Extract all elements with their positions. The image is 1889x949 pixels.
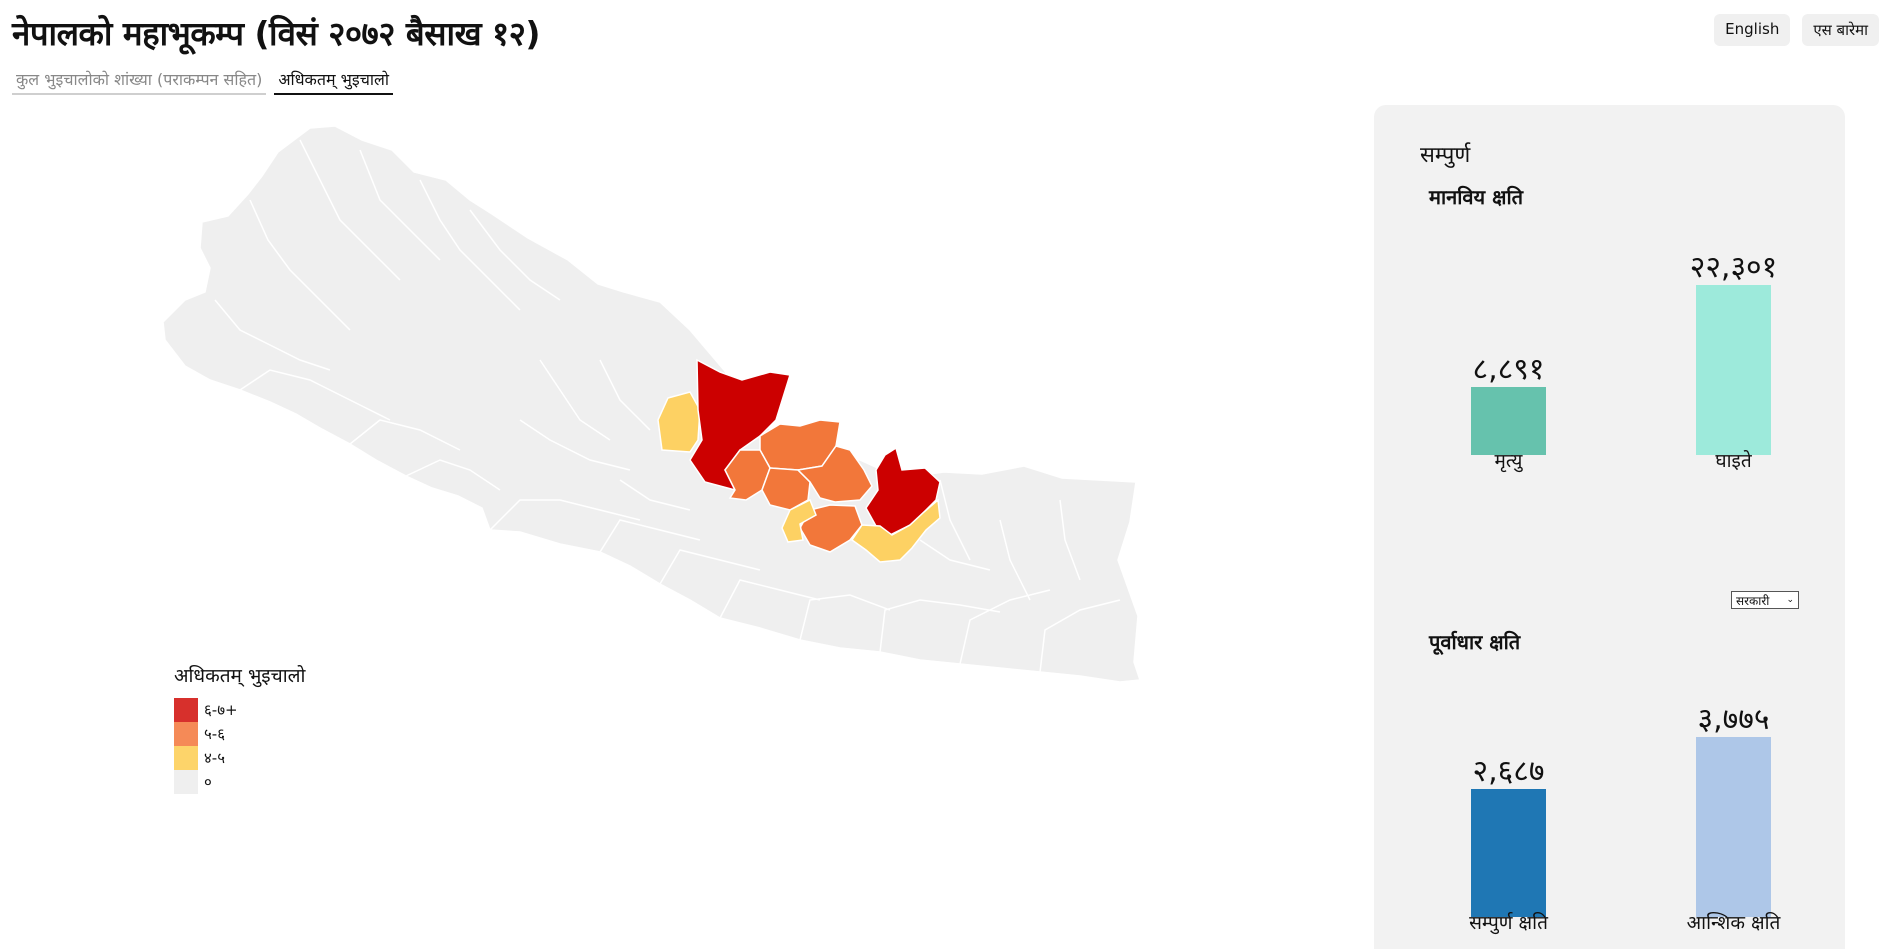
nepal-map [162, 125, 1142, 683]
legend-swatch [174, 722, 198, 746]
bar-0-0 [1471, 387, 1546, 455]
bar-value-label: ८,८९१ [1473, 352, 1545, 387]
english-button[interactable]: English [1714, 14, 1791, 46]
legend-label: ६-७+ [204, 701, 238, 719]
legend-label: ० [204, 773, 212, 791]
loss-bar-charts: ८,८९१ मृत्यु २२,३०१ घाइते २,६८७ सम्पुर्ण क्षत… [1469, 250, 1782, 935]
legend-item: ० [174, 770, 305, 794]
bar-1-1 [1696, 737, 1771, 917]
map-legend: अधिकतम् भुइचालो ६-७+ ५-६ ४-५ ० [174, 662, 305, 794]
tab-total-earthquakes[interactable]: कुल भुइचालोको शांख्या (पराकम्पन सहित) [12, 66, 267, 95]
nepal-outline [162, 125, 1142, 683]
top-buttons: English एस बारेमा [1714, 14, 1879, 46]
legend-item: ४-५ [174, 746, 305, 770]
legend-item: ५-६ [174, 722, 305, 746]
legend-label: ५-६ [204, 725, 226, 743]
bar-value-label: २२,३०१ [1690, 250, 1778, 285]
bar-value-label: २,६८७ [1473, 754, 1545, 789]
legend-swatch [174, 746, 198, 770]
bar-value-label: ३,७७५ [1698, 702, 1770, 737]
legend-swatch [174, 770, 198, 794]
legend-title: अधिकतम् भुइचालो [174, 665, 306, 687]
tab-max-earthquake[interactable]: अधिकतम् भुइचालो [274, 66, 393, 95]
page-title: नेपालको महाभूकम्प (विसं २०७२ बैसाख १२) [12, 14, 540, 53]
bar-category-label: घाइते [1715, 449, 1752, 472]
tab-bar: कुल भुइचालोको शांख्या (पराकम्पन सहित) अध… [12, 66, 393, 95]
bar-1-0 [1471, 789, 1546, 917]
bar-0-1 [1696, 285, 1771, 455]
legend-swatch [174, 698, 198, 722]
legend-item: ६-७+ [174, 698, 305, 722]
bar-category-label: सम्पुर्ण क्षति [1469, 911, 1549, 935]
stats-panel: सम्पुर्ण मानविय क्षति पूर्वाधार क्षति सर… [1374, 105, 1845, 949]
legend-label: ४-५ [204, 749, 226, 767]
bar-category-label: मृत्यु [1495, 450, 1524, 473]
about-button[interactable]: एस बारेमा [1802, 14, 1879, 46]
bar-category-label: आन्शिक क्षति [1687, 911, 1782, 934]
